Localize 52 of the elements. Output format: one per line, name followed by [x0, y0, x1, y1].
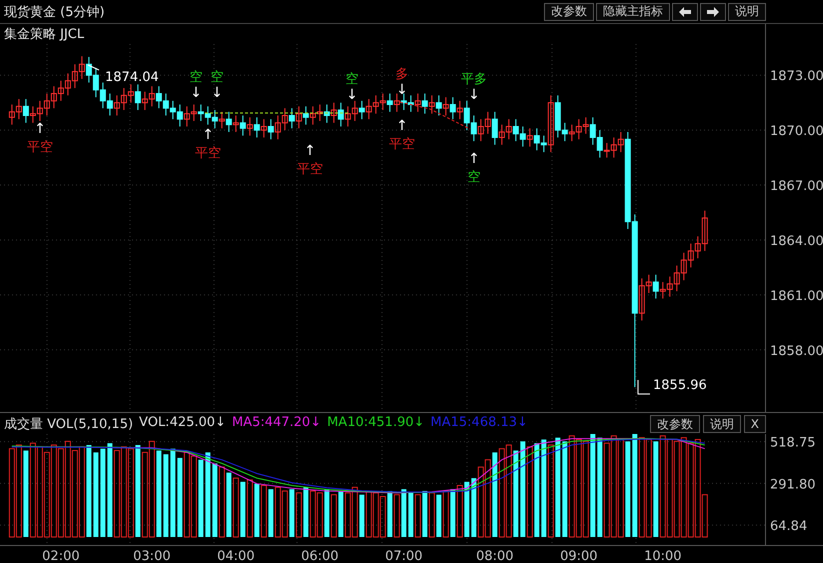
price-axis-label: 1867.00: [770, 179, 823, 194]
time-axis-label: 10:00: [644, 549, 682, 563]
toolbar-button[interactable]: 改参数: [544, 2, 594, 20]
time-axis-label: 08:00: [476, 549, 514, 563]
signal-label: 平空: [389, 137, 415, 152]
signal-label: 空: [210, 70, 224, 85]
volume-axis-label: 64.84: [770, 519, 808, 534]
signal-label: 空: [468, 170, 480, 185]
price-axis-label: 1864.00: [770, 234, 823, 249]
price-axis-label: 1858.00: [770, 344, 823, 359]
down-arrow-icon: ↓: [468, 87, 480, 103]
signal-label: 平空: [27, 140, 53, 155]
legend-label: VOL:425.00↓: [139, 414, 226, 432]
time-axis-label: 07:00: [385, 549, 423, 563]
time-axis-label: 09:00: [560, 549, 598, 563]
panel-button[interactable]: 说明: [702, 414, 741, 432]
legend-label: MA10:451.90↓: [327, 414, 425, 432]
legend-label: 成交量 VOL(5,10,15): [4, 416, 134, 432]
panel-button[interactable]: 改参数: [650, 414, 700, 432]
time-axis-label: 02:00: [42, 549, 80, 563]
time-axis-label: 03:00: [133, 549, 171, 563]
down-arrow-icon: ↓: [346, 87, 358, 103]
signal-label: 空: [190, 70, 202, 85]
panel-button[interactable]: X: [744, 414, 766, 432]
volume-axis-label: 291.80: [770, 477, 816, 492]
signal-label: 平多: [461, 72, 487, 87]
down-arrow-icon: ↓: [190, 85, 202, 101]
price-axis-label: 1873.00: [770, 69, 823, 84]
price-axis-label: 1861.00: [770, 288, 823, 304]
indicator-label: 集金策略 JJCL: [4, 27, 84, 42]
signal-label: 空: [346, 72, 358, 87]
window-title: 现货黄金 (5分钟): [4, 4, 106, 20]
toolbar-button[interactable]: 说明: [728, 2, 766, 20]
up-arrow-icon: ↑: [202, 127, 214, 143]
volume-axis-label: 518.75: [770, 436, 816, 451]
down-arrow-icon: ↓: [396, 82, 408, 98]
signal-label: 平空: [297, 162, 323, 177]
up-arrow-icon: ↑: [468, 151, 480, 167]
high-price-label: 1874.04: [105, 70, 159, 85]
signal-label: 多: [396, 67, 408, 82]
time-axis-label: 06:00: [301, 549, 339, 563]
down-arrow-icon: ↓: [211, 85, 223, 101]
up-arrow-icon: ↑: [34, 121, 46, 137]
up-arrow-icon: ↑: [396, 118, 408, 134]
low-price-label: 1855.96: [653, 378, 707, 393]
legend-label: MA15:468.13↓: [430, 414, 528, 432]
time-axis-label: 04:00: [217, 549, 255, 563]
price-axis-label: 1870.00: [770, 124, 823, 140]
signal-label: 平空: [195, 146, 221, 161]
toolbar-button[interactable]: 隐藏主指标: [596, 2, 670, 20]
legend-label: MA5:447.20↓: [232, 414, 322, 432]
up-arrow-icon: ↑: [304, 143, 316, 159]
